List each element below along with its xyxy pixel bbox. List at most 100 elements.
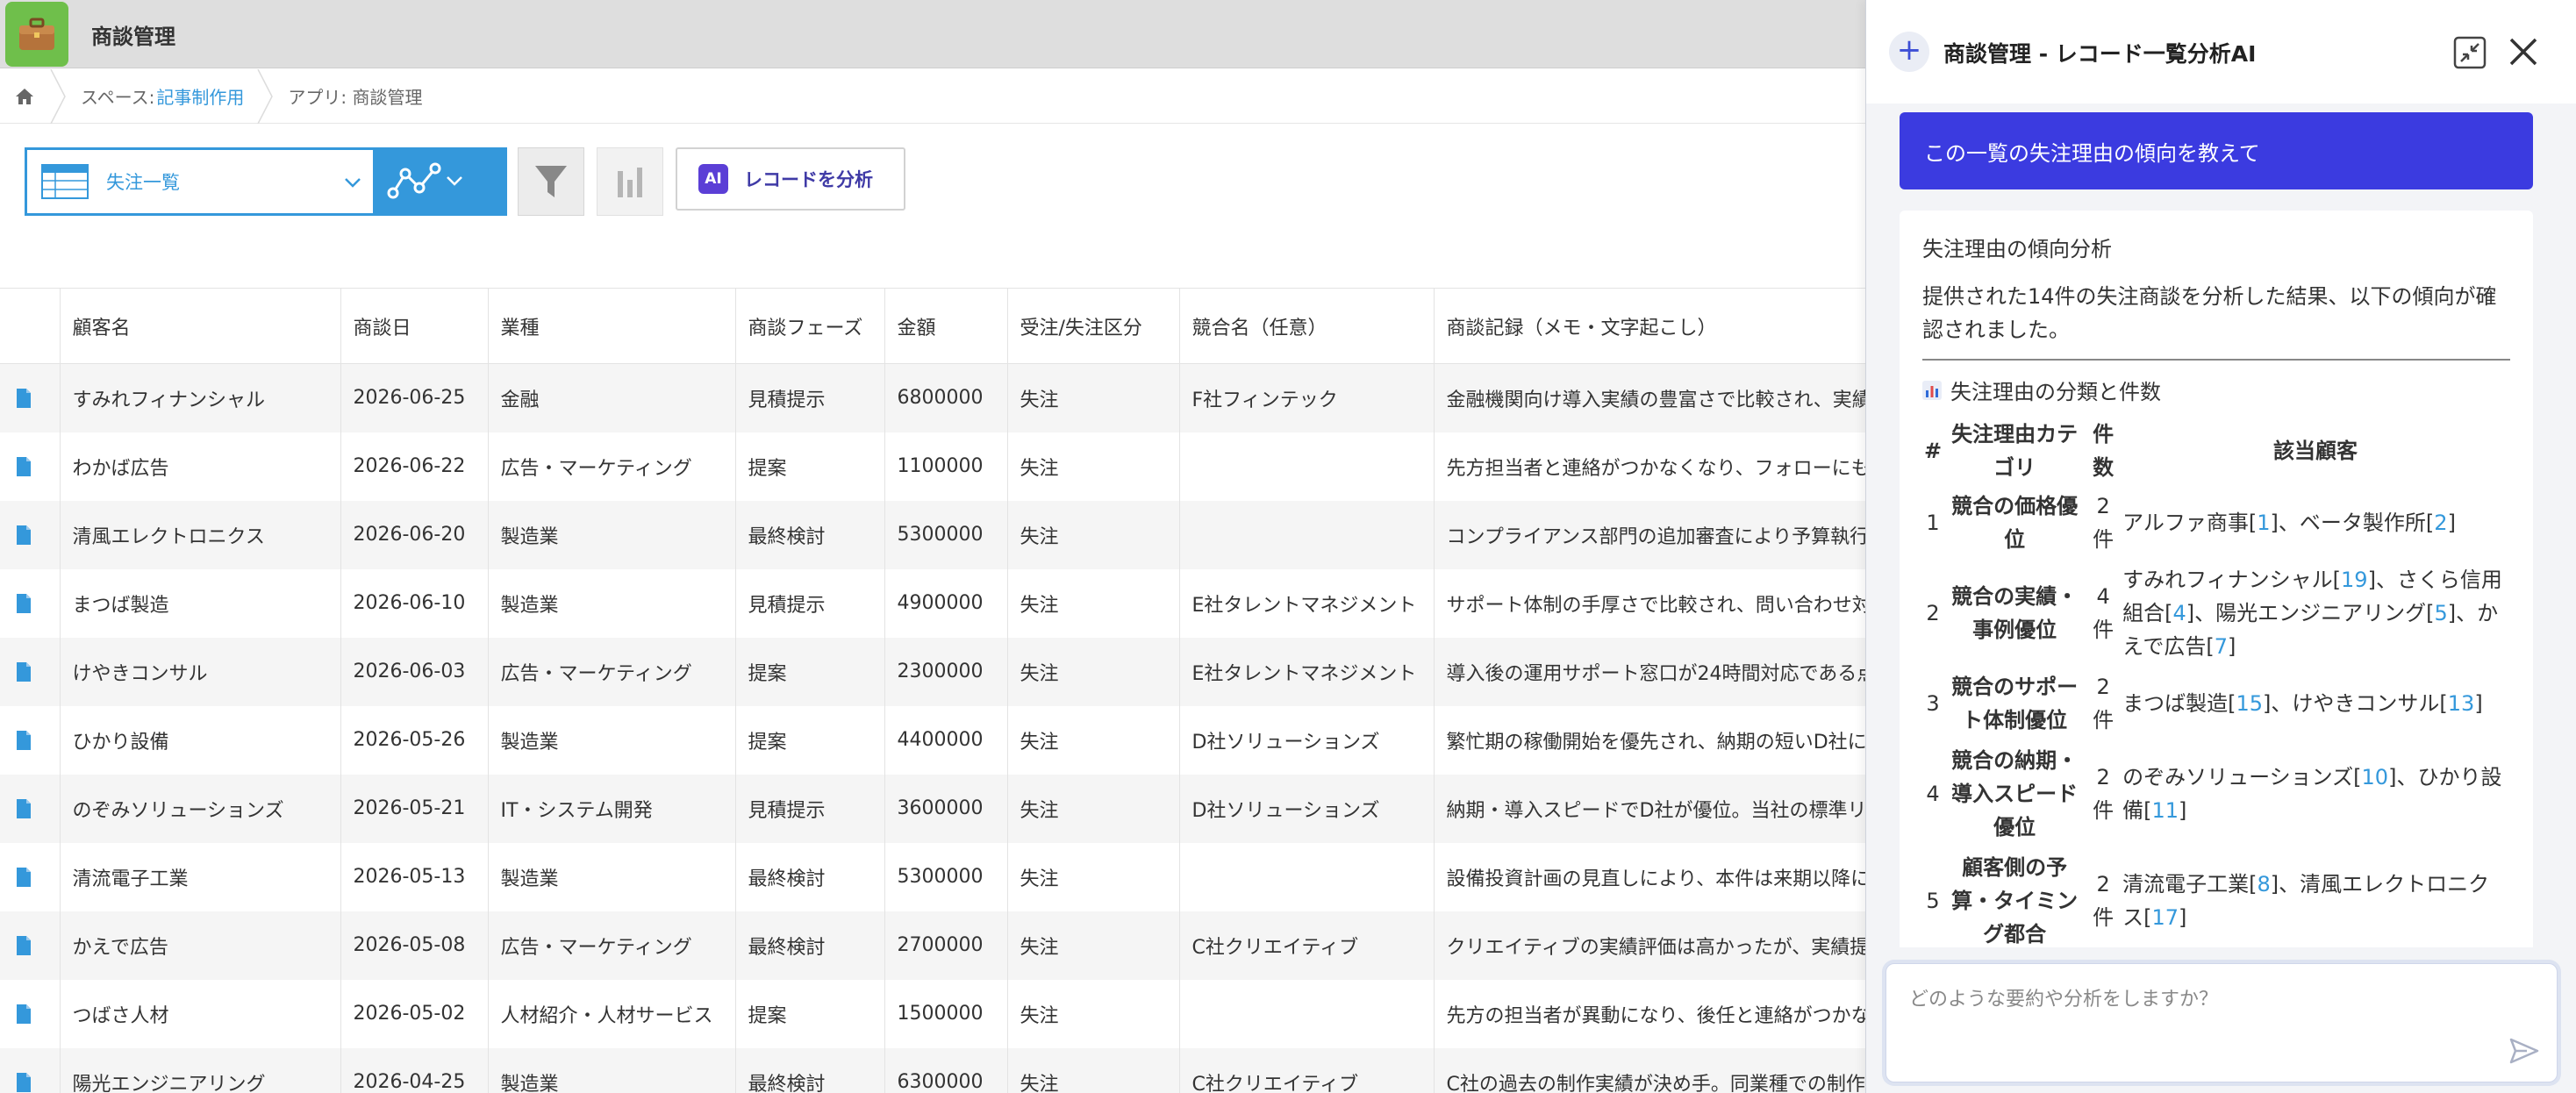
breadcrumb-space-prefix: スペース: [81, 87, 155, 108]
table-row[interactable]: 清流電子工業 2026-05-13 製造業 最終検討 5300000 失注 設備投資計画の見… [0, 842, 1870, 911]
breadcrumb-separator [257, 68, 274, 124]
table-cell: E社タレントマネジメント [1179, 637, 1435, 706]
record-detail-cell [0, 911, 61, 980]
column-header[interactable]: 商談日 [340, 288, 489, 364]
table-row[interactable]: つばさ人材 2026-05-02 人材紹介・人材サービス 提案 1500000 失注 先方の… [0, 979, 1870, 1048]
chat-scroll-area[interactable]: この一覧の失注理由の傾向を教えて 失注理由の傾向分析 提供された14件の失注商談… [1866, 104, 2576, 947]
column-header[interactable]: 商談フェーズ [735, 288, 885, 364]
document-icon[interactable] [16, 935, 32, 956]
table-row[interactable]: 陽光エンジニアリング 2026-04-25 製造業 最終検討 6300000 失注 C社クリ… [0, 1047, 1870, 1093]
table-row[interactable]: まつば製造 2026-06-10 製造業 見積提示 4900000 失注 E社タレントマネジ… [0, 568, 1870, 638]
table-cell: 失注 [1007, 363, 1180, 432]
prompt-input[interactable] [1886, 964, 2557, 1082]
table-row[interactable]: のぞみソリューションズ 2026-05-21 IT・システム開発 見積提示 360000… [0, 774, 1870, 843]
table-row[interactable]: かえで広告 2026-05-08 広告・マーケティング 最終検討 2700000 失注 C社… [0, 911, 1870, 980]
document-icon[interactable] [16, 1004, 32, 1025]
home-icon[interactable] [0, 69, 49, 124]
reason-category: 競合の実績・事例優位 [1951, 584, 2079, 642]
record-reference-link[interactable]: 7 [2215, 634, 2228, 659]
customer-name: ベータ製作所 [2299, 511, 2426, 535]
document-icon[interactable] [16, 798, 32, 819]
table-cell: D社ソリューションズ [1179, 705, 1435, 775]
reason-header: # [1924, 439, 1943, 463]
chart-button[interactable] [597, 147, 663, 216]
record-reference-link[interactable]: 4 [2172, 601, 2186, 625]
table-cell: サポート体制の手厚さで比較され、問い合わせ対 [1434, 568, 1870, 638]
column-header[interactable]: 顧客名 [60, 288, 341, 364]
table-cell: 2026-06-20 [340, 500, 489, 569]
table-row[interactable]: わかば広告 2026-06-22 広告・マーケティング 提案 1100000 失注 先方担当… [0, 432, 1870, 501]
record-reference-link[interactable]: 19 [2341, 568, 2368, 592]
record-detail-cell [0, 842, 61, 911]
document-icon[interactable] [16, 661, 32, 682]
table-cell: ひかり設備 [60, 705, 341, 775]
reason-row: 3 競合のサポート体制優位 2件 まつば製造[15]、けやきコンサル[13] [1922, 667, 2510, 740]
document-icon[interactable] [16, 867, 32, 888]
table-row[interactable]: ひかり設備 2026-05-26 製造業 提案 4400000 失注 D社ソリューションズ繁… [0, 705, 1870, 775]
analyze-records-button[interactable]: AI レコードを分析 [676, 147, 905, 211]
table-header-row: 顧客名 商談日 業種 商談フェーズ 金額 受注/失注区分 競合名（任意） 商談記… [0, 288, 1870, 364]
table-cell: 1100000 [884, 432, 1008, 501]
document-icon[interactable] [16, 525, 32, 546]
document-icon[interactable] [16, 730, 32, 751]
table-cell: 清風エレクトロニクス [60, 500, 341, 569]
record-reference-link[interactable]: 17 [2151, 905, 2179, 930]
analyze-records-label: レコードを分析 [744, 169, 873, 190]
document-icon[interactable] [16, 456, 32, 477]
column-header[interactable]: 受注/失注区分 [1007, 288, 1180, 364]
reason-header: 失注理由カテゴリ [1951, 422, 2079, 480]
graph-view-button[interactable] [376, 147, 507, 216]
answer-intro: 提供された14件の失注商談を分析した結果、以下の傾向が確認されました。 [1922, 284, 2497, 342]
reason-row: 4 競合の納期・導入スピード優位 2件 のぞみソリューションズ[10]、ひかり設備[1… [1922, 740, 2510, 847]
table-cell: 最終検討 [735, 842, 885, 911]
document-icon[interactable] [16, 388, 32, 409]
table-cell: 2026-04-25 [340, 1047, 489, 1093]
customer-name: すみれフィナンシャル [2122, 568, 2333, 592]
briefcase-icon[interactable] [5, 2, 68, 67]
table-cell: 金融 [488, 363, 736, 432]
document-icon[interactable] [16, 1072, 32, 1093]
record-reference-link[interactable]: 15 [2236, 691, 2263, 716]
table-cell: F社フィンテック [1179, 363, 1435, 432]
app-title: 商談管理 [91, 25, 175, 49]
filter-button[interactable] [518, 147, 584, 216]
table-cell: わかば広告 [60, 432, 341, 501]
collapse-icon[interactable] [2452, 35, 2487, 70]
breadcrumb-space-link[interactable]: 記事制作用 [156, 83, 244, 109]
document-icon[interactable] [16, 593, 32, 614]
column-header[interactable]: 業種 [488, 288, 736, 364]
reason-header: 件数 [2093, 422, 2114, 480]
column-header[interactable]: 商談記録（メモ・文字起こし） [1434, 288, 1870, 364]
reason-row: 5 顧客側の予算・タイミング都合 2件 清流電子工業[8]、清風エレクトロニクス[17… [1922, 847, 2510, 947]
table-row[interactable]: すみれフィナンシャル 2026-06-25 金融 見積提示 6800000 失注 F社フィン… [0, 363, 1870, 432]
table-cell: 広告・マーケティング [488, 432, 736, 501]
new-chat-plus-icon[interactable]: + [1889, 32, 1929, 72]
column-header[interactable]: 競合名（任意） [1179, 288, 1435, 364]
record-reference-link[interactable]: 11 [2151, 798, 2179, 823]
close-icon[interactable] [2505, 33, 2542, 70]
record-reference-link[interactable]: 13 [2448, 691, 2475, 716]
table-row[interactable]: けやきコンサル 2026-06-03 広告・マーケティング 提案 2300000 失注 E社… [0, 637, 1870, 706]
reason-category: 競合の納期・導入スピード優位 [1951, 748, 2079, 839]
table-cell [1179, 842, 1435, 911]
view-selector[interactable]: 失注一覧 [25, 147, 376, 216]
record-reference-link[interactable]: 10 [2362, 765, 2389, 789]
reason-header: 該当顧客 [2273, 439, 2358, 463]
table-cell: 2026-06-03 [340, 637, 489, 706]
record-reference-link[interactable]: 1 [2257, 511, 2270, 535]
record-reference-link[interactable]: 2 [2434, 511, 2447, 535]
reason-number: 4 [1926, 782, 1940, 806]
table-cell: 2026-05-08 [340, 911, 489, 980]
record-reference-link[interactable]: 5 [2435, 601, 2448, 625]
answer-heading: 失注理由の傾向分析 [1922, 237, 2112, 261]
column-header[interactable]: 金額 [884, 288, 1008, 364]
table-cell: 製造業 [488, 842, 736, 911]
view-selector-label: 失注一覧 [106, 172, 180, 193]
records-table: 顧客名 商談日 業種 商談フェーズ 金額 受注/失注区分 競合名（任意） 商談記… [0, 288, 1870, 1093]
record-reference-link[interactable]: 8 [2257, 872, 2270, 897]
send-icon[interactable] [2508, 1034, 2541, 1068]
table-row[interactable]: 清風エレクトロニクス 2026-06-20 製造業 最終検討 5300000 失注 コンプラ… [0, 500, 1870, 569]
bracket: ] [2474, 691, 2483, 716]
divider [1922, 359, 2510, 361]
ai-answer: 失注理由の傾向分析 提供された14件の失注商談を分析した結果、以下の傾向が確認さ… [1900, 211, 2533, 947]
